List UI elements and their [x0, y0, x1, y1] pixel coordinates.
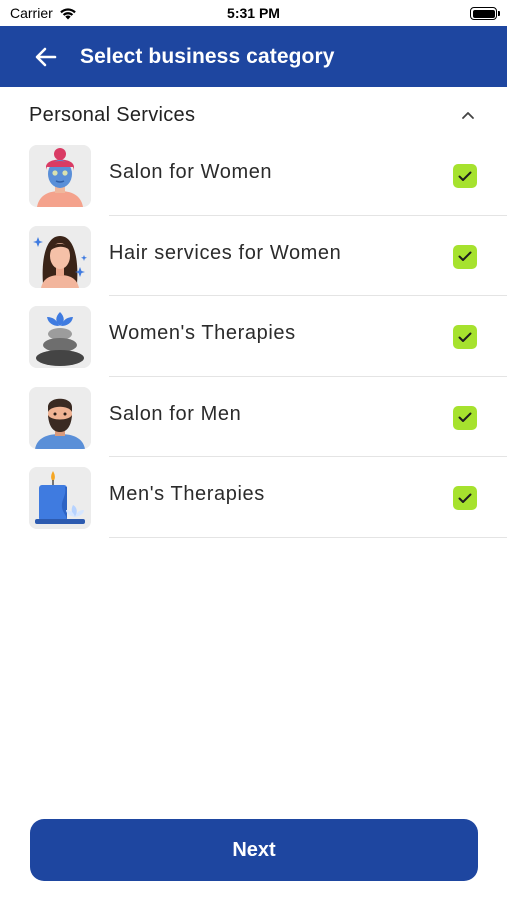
section-title: Personal Services [29, 103, 196, 126]
item-label: Hair services for Women [109, 241, 342, 264]
item-label: Salon for Women [109, 161, 273, 183]
back-button[interactable] [24, 35, 68, 79]
check-icon[interactable] [453, 325, 477, 349]
status-time: 5:31 PM [227, 5, 280, 21]
item-label: Women's Therapies [109, 322, 296, 344]
list-item-salon-for-men[interactable]: Salon for Men [0, 377, 507, 457]
candle-lotus-icon [29, 467, 91, 529]
next-button[interactable]: Next [30, 819, 478, 881]
battery-icon [470, 7, 500, 20]
bearded-man-icon [29, 386, 91, 449]
check-icon[interactable] [453, 164, 477, 188]
arrow-left-icon [35, 47, 57, 66]
woman-long-hair-icon [29, 225, 91, 288]
item-label: Men's Therapies [109, 483, 265, 505]
item-label: Salon for Men [109, 402, 242, 425]
status-bar: Carrier 5:31 PM [0, 0, 507, 26]
chevron-up-icon[interactable] [458, 105, 478, 125]
app-bar: Select business category [0, 26, 507, 87]
list-item-salon-for-women[interactable]: Salon for Women [0, 135, 507, 216]
list-item-hair-services-for-women[interactable]: Hair services for Women [0, 216, 507, 296]
page-title: Select business category [80, 44, 335, 68]
check-icon[interactable] [453, 486, 477, 510]
category-list: Salon for Women Hair services for Women [0, 135, 507, 538]
section-header-personal-services[interactable]: Personal Services [29, 96, 478, 134]
divider [109, 536, 507, 538]
spa-stones-icon [29, 306, 91, 368]
woman-face-mask-icon [29, 145, 91, 207]
list-item-mens-therapies[interactable]: Men's Therapies [0, 457, 507, 538]
check-icon[interactable] [453, 405, 477, 430]
check-icon[interactable] [453, 244, 477, 269]
list-item-womens-therapies[interactable]: Women's Therapies [0, 296, 507, 377]
